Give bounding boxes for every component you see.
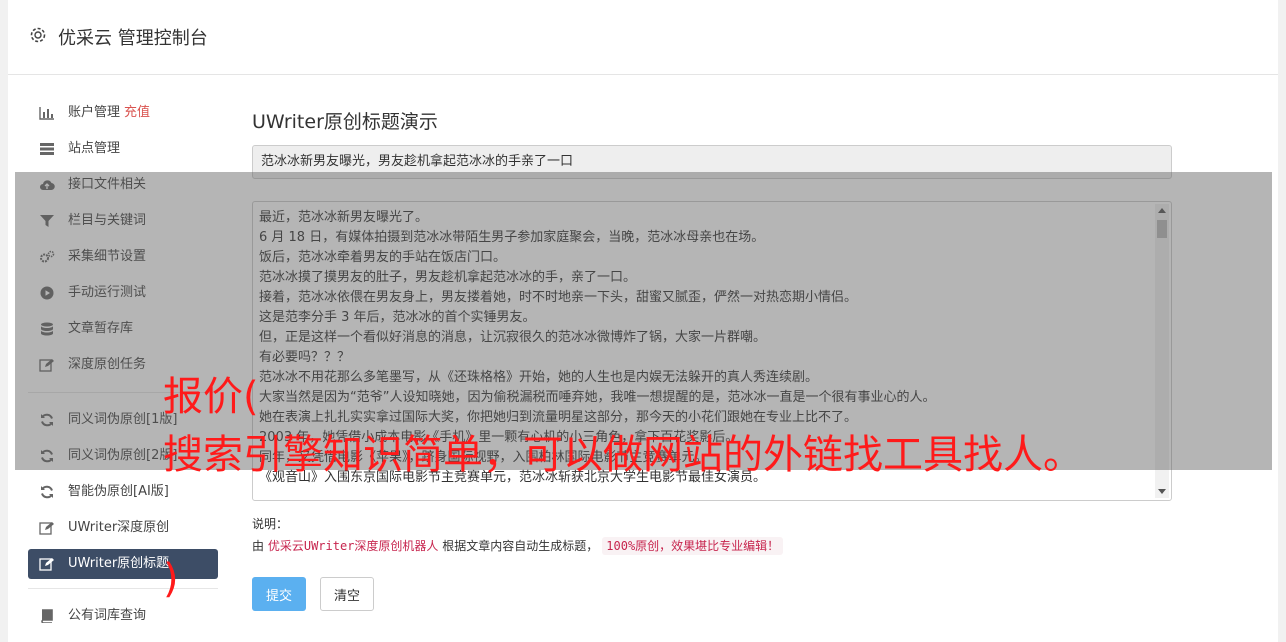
book-icon [41, 609, 53, 623]
sidebar-item-label: 账户管理 [68, 105, 121, 120]
recharge-link[interactable]: 充值 [124, 105, 150, 120]
sidebar-item-sites[interactable]: 站点管理 [28, 131, 218, 167]
clear-button[interactable]: 清空 [320, 577, 374, 611]
edit-icon [39, 522, 54, 535]
sidebar-item-label: 智能伪原创[AI版] [68, 484, 169, 499]
ad-overlay-band [15, 172, 1272, 470]
sidebar-item-label: 公有词库查询 [68, 608, 147, 623]
divider [28, 588, 218, 589]
sidebar-item-label: 站点管理 [68, 141, 121, 156]
sidebar-item-label: UWriter原创标题 [68, 556, 170, 571]
sidebar-item-label: UWriter深度原创 [68, 520, 170, 535]
note-label: 说明： [252, 517, 289, 531]
submit-button[interactable]: 提交 [252, 577, 306, 611]
sidebar-item-ai-pseudo[interactable]: 智能伪原创[AI版] [28, 474, 218, 510]
bar-chart-icon [39, 107, 54, 120]
note-tag-highlight: 100%原创，效果堪比专业编辑！ [602, 537, 784, 555]
sidebar-item-public-dict[interactable]: 公有词库查询 [28, 598, 218, 634]
sidebar-item-uwriter-deep[interactable]: UWriter深度原创 [28, 510, 218, 546]
note-tag: 优采云UWriter深度原创机器人 [267, 539, 439, 553]
header: 优采云 管理控制台 [8, 0, 1278, 75]
app-title: 优采云 管理控制台 [58, 28, 208, 49]
note-prefix: 由 [252, 539, 265, 553]
gear-icon [30, 27, 46, 43]
edit-icon [39, 558, 54, 571]
server-icon [40, 143, 54, 155]
sidebar-item-account[interactable]: 账户管理 充值 [28, 95, 218, 131]
note-middle: 根据文章内容自动生成标题， [442, 539, 599, 553]
sidebar-item-uwriter-title[interactable]: UWriter原创标题 [28, 549, 218, 579]
refresh-icon [41, 485, 53, 499]
scroll-down-arrow-icon[interactable] [1158, 489, 1166, 494]
ad-text-line2: 搜索引擎知识简单，可以做网站的外链找工具找人。 [163, 432, 1083, 478]
ad-text-line1: 报价( [163, 374, 259, 420]
ad-text-line3: ) [163, 556, 179, 602]
page-title: UWriter原创标题演示 [252, 111, 438, 133]
note-text: 由 优采云UWriter深度原创机器人 根据文章内容自动生成标题， 100%原创，… [252, 537, 784, 555]
